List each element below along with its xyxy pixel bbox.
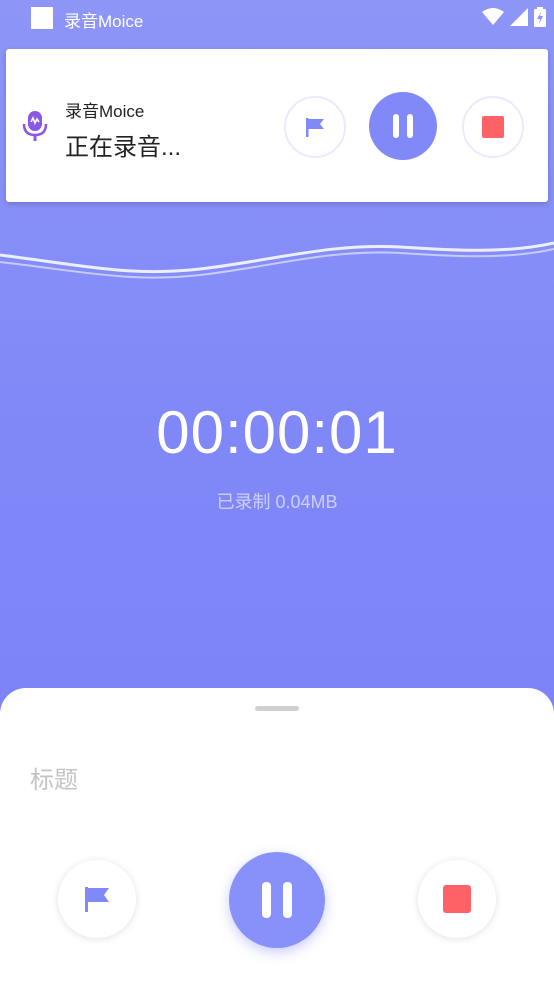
stop-button[interactable] xyxy=(418,860,496,938)
app-notification-icon xyxy=(31,7,53,29)
status-bar: 录音Moice xyxy=(0,0,554,36)
wave-decoration xyxy=(0,241,554,279)
pause-icon xyxy=(393,114,413,138)
notification-pause-button[interactable] xyxy=(369,92,437,160)
stop-icon xyxy=(443,885,471,913)
battery-icon xyxy=(534,7,546,27)
flag-icon xyxy=(85,887,109,912)
pause-icon xyxy=(262,882,292,918)
notification-flag-button[interactable] xyxy=(284,96,346,158)
title-input[interactable]: 标题 xyxy=(30,760,78,795)
notification-message: 正在录音... xyxy=(65,134,182,161)
flag-button[interactable] xyxy=(58,860,136,938)
recorded-size: 已录制 0.04MB xyxy=(216,492,338,512)
microphone-icon xyxy=(22,111,48,141)
flag-icon xyxy=(306,118,324,137)
signal-icon xyxy=(510,8,528,26)
notification-stop-button[interactable] xyxy=(462,96,524,158)
status-app-title: 录音Moice xyxy=(64,12,144,31)
elapsed-timer: 00:00:01 xyxy=(156,399,398,466)
stop-icon xyxy=(482,116,504,138)
status-icons xyxy=(482,7,546,27)
pause-button[interactable] xyxy=(229,852,325,948)
notification-app-name: 录音Moice xyxy=(65,102,145,121)
wifi-icon xyxy=(482,8,504,25)
control-sheet: 标题 xyxy=(0,688,554,984)
sheet-drag-handle[interactable] xyxy=(255,706,299,711)
